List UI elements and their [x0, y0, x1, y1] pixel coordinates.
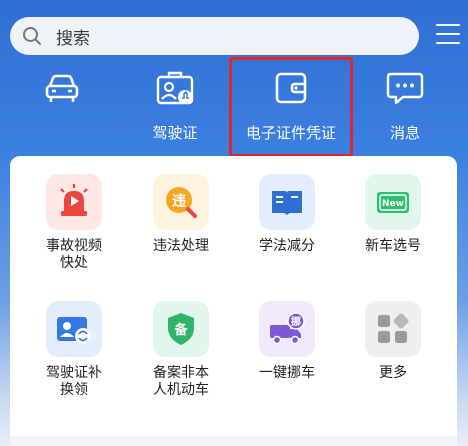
service-label-line: 换领 — [60, 382, 88, 398]
menu-bar — [436, 33, 460, 35]
service-label: 更多 — [348, 365, 438, 382]
service-tile — [365, 301, 421, 357]
search-input[interactable]: 搜索 — [10, 17, 419, 55]
badge-text: 违 — [172, 193, 186, 210]
service-tile: 挪 — [259, 301, 315, 357]
quick-nav-item-license[interactable]: 驾驶证 — [130, 62, 220, 143]
shield-icon: 备 — [168, 313, 194, 345]
badge-text: 挪 — [291, 315, 301, 328]
service-study-law[interactable]: 学法减分 — [242, 174, 332, 255]
service-tile — [46, 301, 102, 357]
menu-bar — [436, 24, 460, 26]
service-label-line: 新车选号 — [365, 238, 421, 254]
siren-icon — [60, 184, 88, 216]
service-violation[interactable]: 违 违法处理 — [136, 174, 226, 255]
top-bar: 搜索 — [0, 0, 468, 62]
services-card: 事故视频 快处 违 违法处理 学法减分 New 新车选号 驾驶证补 换领 备 备… — [10, 156, 457, 446]
service-tile — [259, 174, 315, 230]
service-label: 违法处理 — [136, 238, 226, 255]
badge-text: 备 — [173, 322, 188, 338]
new-plate-icon: New — [377, 192, 409, 213]
highlight-box — [229, 57, 353, 157]
message-icon — [386, 72, 424, 105]
service-label: 一键挪车 — [242, 365, 332, 382]
service-label-line: 更多 — [379, 365, 407, 381]
service-label-line: 人机动车 — [153, 382, 209, 398]
id-card-icon — [57, 317, 91, 344]
quick-nav-item-vehicle[interactable] — [17, 62, 107, 122]
service-accident-video[interactable]: 事故视频 快处 — [29, 174, 119, 272]
quick-nav-label: 驾驶证 — [152, 124, 198, 142]
service-vehicle-filing[interactable]: 备 备案非本 人机动车 — [136, 301, 226, 399]
service-label-line: 备案非本 — [153, 365, 209, 381]
service-tile: 备 — [153, 301, 209, 357]
service-label: 新车选号 — [348, 238, 438, 255]
service-more[interactable]: 更多 — [348, 301, 438, 382]
service-tile — [46, 174, 102, 230]
book-icon — [272, 191, 302, 215]
service-move-car[interactable]: 挪 一键挪车 — [242, 301, 332, 382]
service-tile: New — [365, 174, 421, 230]
tow-truck-icon: 挪 — [270, 312, 305, 345]
violation-badge-icon: 违 — [166, 187, 197, 218]
quick-nav: 驾驶证 电子证件凭证 消息 — [0, 57, 468, 157]
service-label: 驾驶证补 换领 — [29, 365, 119, 399]
service-label-line: 驾驶证补 — [46, 365, 102, 381]
service-tile: 违 — [153, 174, 209, 230]
service-label-line: 学法减分 — [259, 238, 315, 254]
license-icon — [156, 71, 194, 105]
more-apps-icon — [378, 313, 409, 343]
search-placeholder: 搜索 — [56, 28, 90, 49]
service-label: 学法减分 — [242, 238, 332, 255]
service-label: 备案非本 人机动车 — [136, 365, 226, 399]
car-icon — [45, 74, 79, 102]
next-card-edge — [10, 436, 457, 446]
menu-bar — [436, 42, 460, 44]
service-label-line: 快处 — [60, 255, 88, 271]
badge-text: New — [382, 199, 404, 209]
service-license-renewal[interactable]: 驾驶证补 换领 — [29, 301, 119, 399]
service-label-line: 事故视频 — [46, 238, 102, 254]
service-new-plate[interactable]: New 新车选号 — [348, 174, 438, 255]
quick-nav-label: 消息 — [389, 124, 420, 142]
service-label: 事故视频 快处 — [29, 238, 119, 272]
service-label-line: 违法处理 — [153, 238, 209, 254]
menu-button[interactable] — [436, 24, 460, 46]
search-icon — [23, 27, 41, 45]
service-label-line: 一键挪车 — [259, 365, 315, 381]
quick-nav-item-messages[interactable]: 消息 — [360, 62, 450, 143]
